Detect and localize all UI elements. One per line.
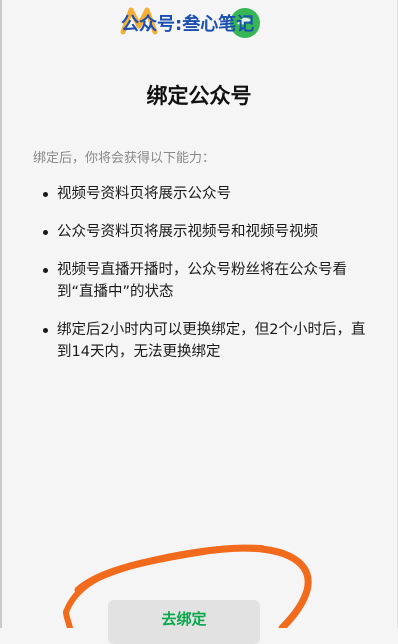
list-item: 视频号资料页将展示公众号 [33,183,373,205]
watermark-text: 公众号:叁心笔记 [121,14,255,35]
watermark: 公众号:叁心笔记 [117,2,292,44]
list-item: 视频号直播开播时，公众号粉丝将在公众号看到“直播中”的状态 [33,259,373,303]
list-item: 公众号资料页将展示视频号和视频号视频 [33,221,373,243]
bullet-icon [43,268,48,273]
page-title: 绑定公众号 [146,84,252,108]
feature-text: 绑定后2小时内可以更换绑定，但2个小时后，直到14天内，无法更换绑定 [57,322,366,360]
bullet-icon [43,328,48,333]
bind-button[interactable]: 去绑定 [108,600,260,644]
feature-list: 视频号资料页将展示公众号 公众号资料页将展示视频号和视频号视频 视频号直播开播时… [33,183,373,379]
list-item: 绑定后2小时内可以更换绑定，但2个小时后，直到14天内，无法更换绑定 [33,319,373,363]
bullet-icon [43,230,48,235]
intro-text: 绑定后，你将会获得以下能力： [33,151,216,166]
feature-text: 视频号直播开播时，公众号粉丝将在公众号看到“直播中”的状态 [57,262,347,300]
feature-text: 视频号资料页将展示公众号 [57,186,231,202]
bullet-icon [43,192,48,197]
feature-text: 公众号资料页将展示视频号和视频号视频 [57,224,318,240]
